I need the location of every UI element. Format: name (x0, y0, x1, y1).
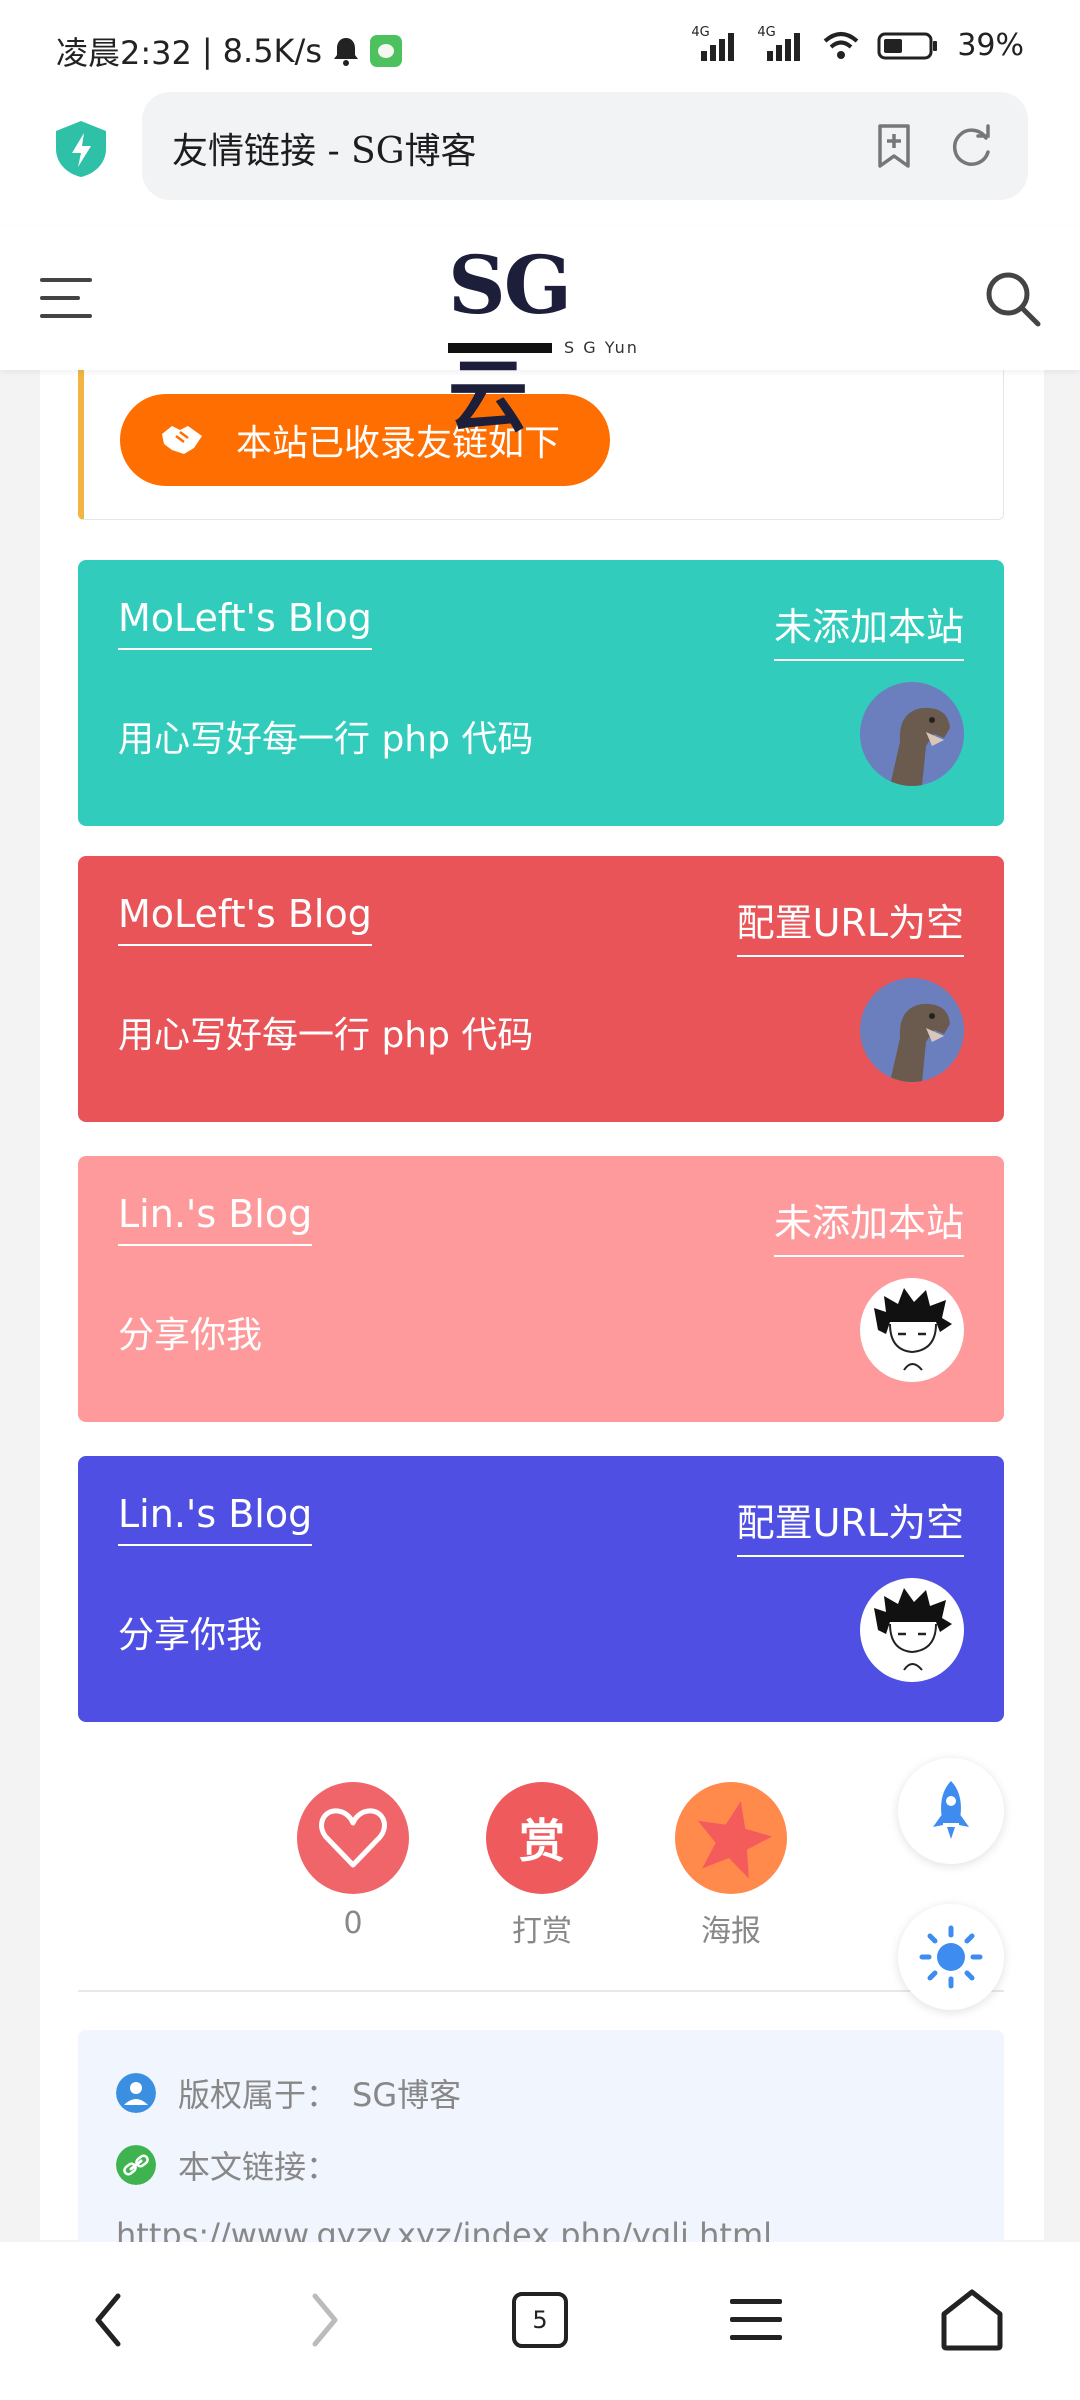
friend-link-card[interactable]: Lin.'s Blog 配置URL为空 分享你我 (78, 1456, 1004, 1722)
friend-link-card[interactable]: MoLeft's Blog 未添加本站 用心写好每一行 php 代码 (78, 560, 1004, 826)
bookmark-add-icon[interactable] (870, 122, 918, 170)
friend-link-status: 未添加本站 (773, 1192, 964, 1257)
star-icon (697, 1801, 773, 1879)
app-notification-icon (369, 35, 402, 67)
rocket-icon (933, 1781, 969, 1839)
friend-link-name[interactable]: MoLeft's Blog (118, 596, 372, 650)
copyright-link-label: 本文链接： (178, 2148, 339, 2186)
menu-icon[interactable] (38, 270, 94, 326)
back-button[interactable] (68, 2280, 148, 2360)
url-box[interactable]: 友情链接 - SG博客 (142, 92, 1028, 200)
friend-link-description: 用心写好每一行 php 代码 (118, 719, 534, 760)
copyright-owner-label: 版权属于： (178, 2076, 339, 2114)
dinosaur-avatar (860, 682, 964, 786)
forward-button[interactable] (285, 2280, 365, 2360)
security-shield-icon[interactable] (54, 119, 108, 179)
browser-bottom-nav: 5 (0, 2242, 1080, 2400)
sun-icon (919, 1925, 983, 1989)
reward-button[interactable]: 赏 (486, 1782, 598, 1894)
poster-button[interactable] (675, 1782, 787, 1894)
status-bar: 凌晨2:32 | 8.5K/s 4G 4G 39% (0, 0, 1080, 92)
dinosaur-avatar (860, 978, 964, 1082)
copyright-owner-value: SG博客 (352, 2076, 462, 2114)
link-icon (116, 2145, 156, 2185)
heart-icon (319, 1808, 387, 1868)
battery-percent: 39% (957, 28, 1024, 63)
hamburger-icon (730, 2299, 782, 2340)
handshake-icon (162, 426, 202, 454)
bell-icon (333, 38, 358, 66)
home-icon (941, 2289, 1003, 2351)
browser-address-bar: 友情链接 - SG博客 (0, 92, 1080, 226)
reward-label: 打赏 (512, 1914, 572, 1949)
friend-link-status: 配置URL为空 (736, 892, 964, 957)
chevron-left-icon (95, 2293, 121, 2347)
status-time: 凌晨2:32 (56, 34, 192, 72)
article-content: 本站已收录友链如下 MoLeft's Blog 未添加本站 用心写好每一行 ph… (40, 370, 1044, 2280)
refresh-icon[interactable] (948, 122, 996, 170)
signal-icon: 4G (691, 25, 739, 61)
divider (78, 1990, 1004, 1992)
like-action[interactable]: 0 (295, 1782, 411, 1941)
user-icon (116, 2073, 156, 2113)
home-button[interactable] (932, 2280, 1012, 2360)
poster-action[interactable]: 海报 (673, 1782, 789, 1950)
friend-link-name[interactable]: Lin.'s Blog (118, 1192, 313, 1246)
friend-link-name[interactable]: MoLeft's Blog (118, 892, 372, 946)
friend-link-card[interactable]: Lin.'s Blog 未添加本站 分享你我 (78, 1156, 1004, 1422)
back-to-top-button[interactable] (898, 1758, 1004, 1864)
friend-link-status: 配置URL为空 (736, 1492, 964, 1557)
page-title[interactable]: 友情链接 - SG博客 (172, 122, 476, 174)
wifi-icon (823, 31, 859, 59)
chevron-right-icon (312, 2293, 338, 2347)
site-logo[interactable]: SG云 S G Yun (444, 238, 644, 443)
signal-icon-2: 4G (757, 25, 805, 61)
menu-button[interactable] (716, 2280, 796, 2360)
friend-link-card[interactable]: MoLeft's Blog 配置URL为空 用心写好每一行 php 代码 (78, 856, 1004, 1122)
copyright-owner-row: 版权属于： SG博客 (116, 2070, 461, 2116)
theme-toggle-button[interactable] (898, 1904, 1004, 2010)
poster-label: 海报 (701, 1914, 761, 1949)
copyright-link-row: 本文链接： (116, 2142, 338, 2188)
tabs-count: 5 (512, 2292, 568, 2348)
reward-action[interactable]: 赏 打赏 (484, 1782, 600, 1950)
like-button[interactable] (297, 1782, 409, 1894)
screen: 凌晨2:32 | 8.5K/s 4G 4G 39% 友情链接 - SG博客 SG… (0, 0, 1080, 2400)
friend-link-name[interactable]: Lin.'s Blog (118, 1492, 313, 1546)
battery-icon (877, 32, 938, 59)
friend-link-description: 分享你我 (118, 1615, 263, 1656)
anime-boy-avatar (860, 1278, 964, 1382)
like-count: 0 (343, 1906, 363, 1941)
status-net-speed: 8.5K/s (222, 32, 322, 70)
reward-glyph-icon: 赏 (519, 1814, 565, 1868)
site-header: SG云 S G Yun (0, 226, 1080, 443)
friend-link-status: 未添加本站 (773, 596, 964, 661)
friend-link-description: 分享你我 (118, 1315, 263, 1356)
tabs-button[interactable]: 5 (500, 2280, 580, 2360)
anime-boy-avatar (860, 1578, 964, 1682)
search-icon[interactable] (982, 268, 1042, 328)
friend-link-description: 用心写好每一行 php 代码 (118, 1015, 534, 1056)
post-actions: 0 赏 打赏 海报 (40, 1782, 1044, 1962)
